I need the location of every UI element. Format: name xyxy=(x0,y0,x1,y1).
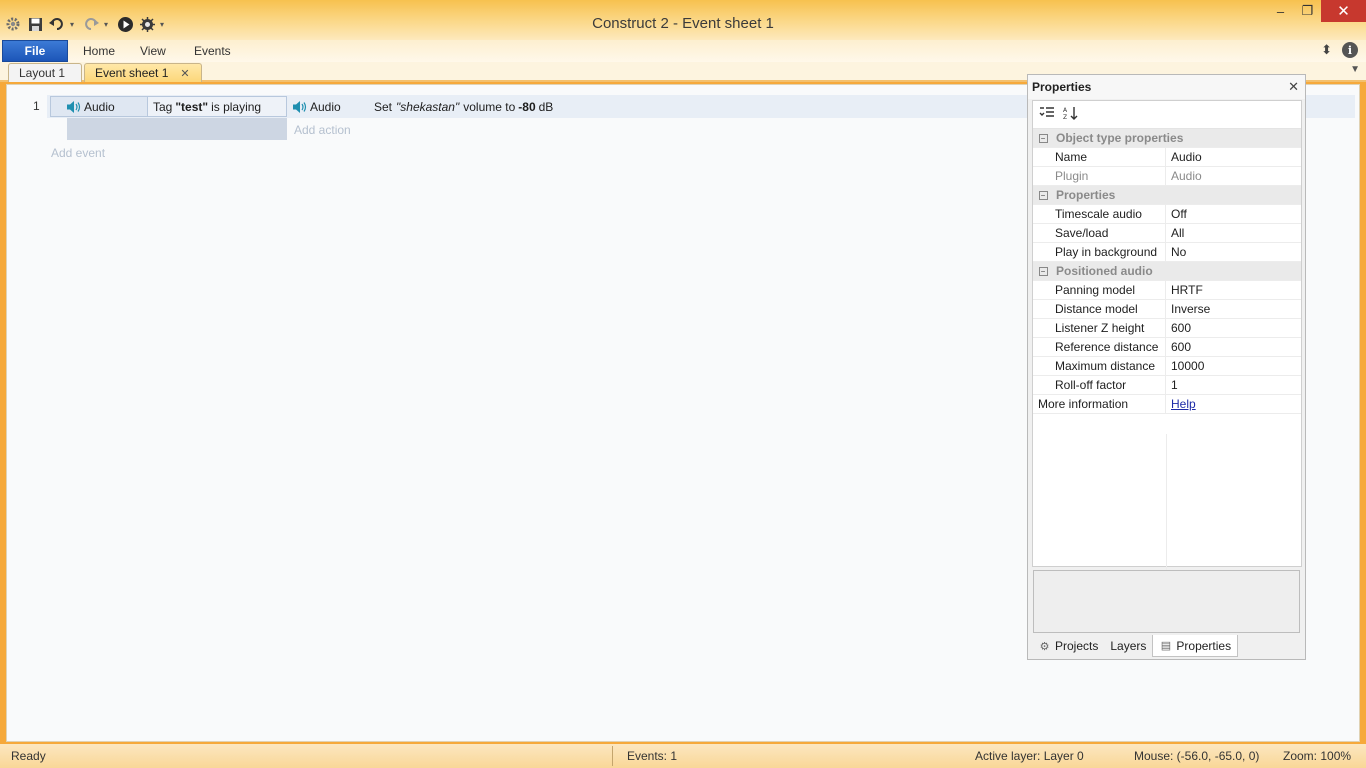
action[interactable]: Set "shekastan" volume to -80 dB xyxy=(374,96,553,117)
category-positioned-audio[interactable]: − Positioned audio xyxy=(1033,262,1301,281)
panel-bottom-tabs: ⚙ Projects Layers ▤ Properties xyxy=(1032,635,1239,657)
restore-button[interactable]: ❐ xyxy=(1294,0,1321,22)
property-row-roll-off-factor[interactable]: Roll-off factor 1 xyxy=(1033,376,1301,395)
property-row-save-load[interactable]: Save/load All xyxy=(1033,224,1301,243)
tab-projects[interactable]: ⚙ Projects xyxy=(1032,635,1104,657)
category-object-type-properties[interactable]: − Object type properties xyxy=(1033,129,1301,148)
tab-layout-1[interactable]: Layout 1 xyxy=(8,63,82,82)
window-controls: – ❐ ✕ xyxy=(1267,0,1366,22)
properties-panel: Properties ✕ AZ − Object type properties… xyxy=(1027,74,1306,660)
add-event-link[interactable]: Add event xyxy=(51,146,105,160)
properties-panel-header: Properties ✕ xyxy=(1028,75,1305,99)
condition[interactable]: Tag "test" is playing xyxy=(148,96,287,117)
status-state: Ready xyxy=(11,749,46,763)
title-bar: ▾ ▾ ▾ Construct 2 - Event sheet 1 – ❐ ✕ xyxy=(0,0,1366,40)
ribbon-right-controls: ⬍ i xyxy=(1321,42,1358,58)
add-action-link[interactable]: Add action xyxy=(294,123,351,137)
close-tab-icon[interactable]: ✕ xyxy=(180,67,189,80)
help-link[interactable]: Help xyxy=(1171,397,1196,411)
tab-layers[interactable]: Layers xyxy=(1104,635,1152,657)
info-icon[interactable]: i xyxy=(1342,42,1358,58)
action-value: -80 xyxy=(518,99,536,114)
action-tag: "shekastan" xyxy=(396,99,460,114)
close-panel-icon[interactable]: ✕ xyxy=(1288,79,1299,95)
ribbon-collapse-icon[interactable]: ⬍ xyxy=(1321,42,1332,58)
property-grid: AZ − Object type properties Name Audio P… xyxy=(1032,100,1302,596)
action-mid: volume to xyxy=(463,99,516,114)
tab-event-sheet-1[interactable]: Event sheet 1 ✕ xyxy=(84,63,202,82)
action-unit: dB xyxy=(538,99,554,114)
action-object[interactable]: Audio xyxy=(292,96,368,117)
svg-text:A: A xyxy=(1063,107,1068,114)
tab-file[interactable]: File xyxy=(2,40,68,62)
tab-view[interactable]: View xyxy=(140,40,166,62)
tab-list-dropdown-icon[interactable]: ▼ xyxy=(1350,64,1360,75)
condition-tag: "test" xyxy=(175,99,209,114)
action-prefix: Set xyxy=(374,99,393,114)
ribbon-tab-bar: File Home View Events ⬍ i xyxy=(0,40,1366,62)
tab-home[interactable]: Home xyxy=(83,40,115,62)
close-button[interactable]: ✕ xyxy=(1321,0,1366,22)
property-row-distance-model[interactable]: Distance model Inverse xyxy=(1033,300,1301,319)
condition-object[interactable]: Audio xyxy=(50,96,148,117)
condition-prefix: Tag xyxy=(153,99,173,114)
speaker-icon xyxy=(292,100,308,114)
projects-icon: ⚙ xyxy=(1039,640,1050,653)
property-row-name[interactable]: Name Audio xyxy=(1033,148,1301,167)
condition-empty-area[interactable] xyxy=(67,118,287,140)
minimize-button[interactable]: – xyxy=(1267,0,1294,22)
event-number: 1 xyxy=(33,99,40,113)
category-properties[interactable]: − Properties xyxy=(1033,186,1301,205)
sort-alphabetical-icon[interactable]: AZ xyxy=(1063,106,1079,123)
property-row-listener-z-height[interactable]: Listener Z height 600 xyxy=(1033,319,1301,338)
status-active-layer: Active layer: Layer 0 xyxy=(975,749,1084,763)
svg-text:Z: Z xyxy=(1063,114,1067,120)
property-row-timescale-audio[interactable]: Timescale audio Off xyxy=(1033,205,1301,224)
property-description-box xyxy=(1033,570,1300,633)
tab-events[interactable]: Events xyxy=(194,40,231,62)
tab-properties[interactable]: ▤ Properties xyxy=(1152,635,1239,657)
status-bar: Ready Events: 1 Active layer: Layer 0 Mo… xyxy=(0,744,1366,768)
condition-object-name: Audio xyxy=(84,99,115,114)
property-row-panning-model[interactable]: Panning model HRTF xyxy=(1033,281,1301,300)
collapse-icon[interactable]: − xyxy=(1038,266,1048,276)
tab-label: Layout 1 xyxy=(19,66,66,80)
status-zoom: Zoom: 100% xyxy=(1283,749,1352,763)
property-row-play-in-background[interactable]: Play in background No xyxy=(1033,243,1301,262)
status-events-count: Events: 1 xyxy=(627,749,678,763)
action-object-name: Audio xyxy=(310,99,341,114)
property-row-more-information: More information Help xyxy=(1033,395,1301,414)
categorized-view-icon[interactable] xyxy=(1039,106,1055,123)
properties-icon: ▤ xyxy=(1160,640,1172,652)
window-title: Construct 2 - Event sheet 1 xyxy=(592,15,774,32)
status-mouse-position: Mouse: (-56.0, -65.0, 0) xyxy=(1134,749,1260,763)
property-row-plugin[interactable]: Plugin Audio xyxy=(1033,167,1301,186)
condition-suffix: is playing xyxy=(211,99,262,114)
tab-label: Event sheet 1 xyxy=(95,66,169,80)
collapse-icon[interactable]: − xyxy=(1038,190,1048,200)
property-row-reference-distance[interactable]: Reference distance 600 xyxy=(1033,338,1301,357)
property-row-maximum-distance[interactable]: Maximum distance 10000 xyxy=(1033,357,1301,376)
collapse-icon[interactable]: − xyxy=(1038,133,1048,143)
panel-title: Properties xyxy=(1032,80,1092,94)
speaker-icon xyxy=(66,100,82,114)
property-grid-toolbar: AZ xyxy=(1033,101,1301,129)
